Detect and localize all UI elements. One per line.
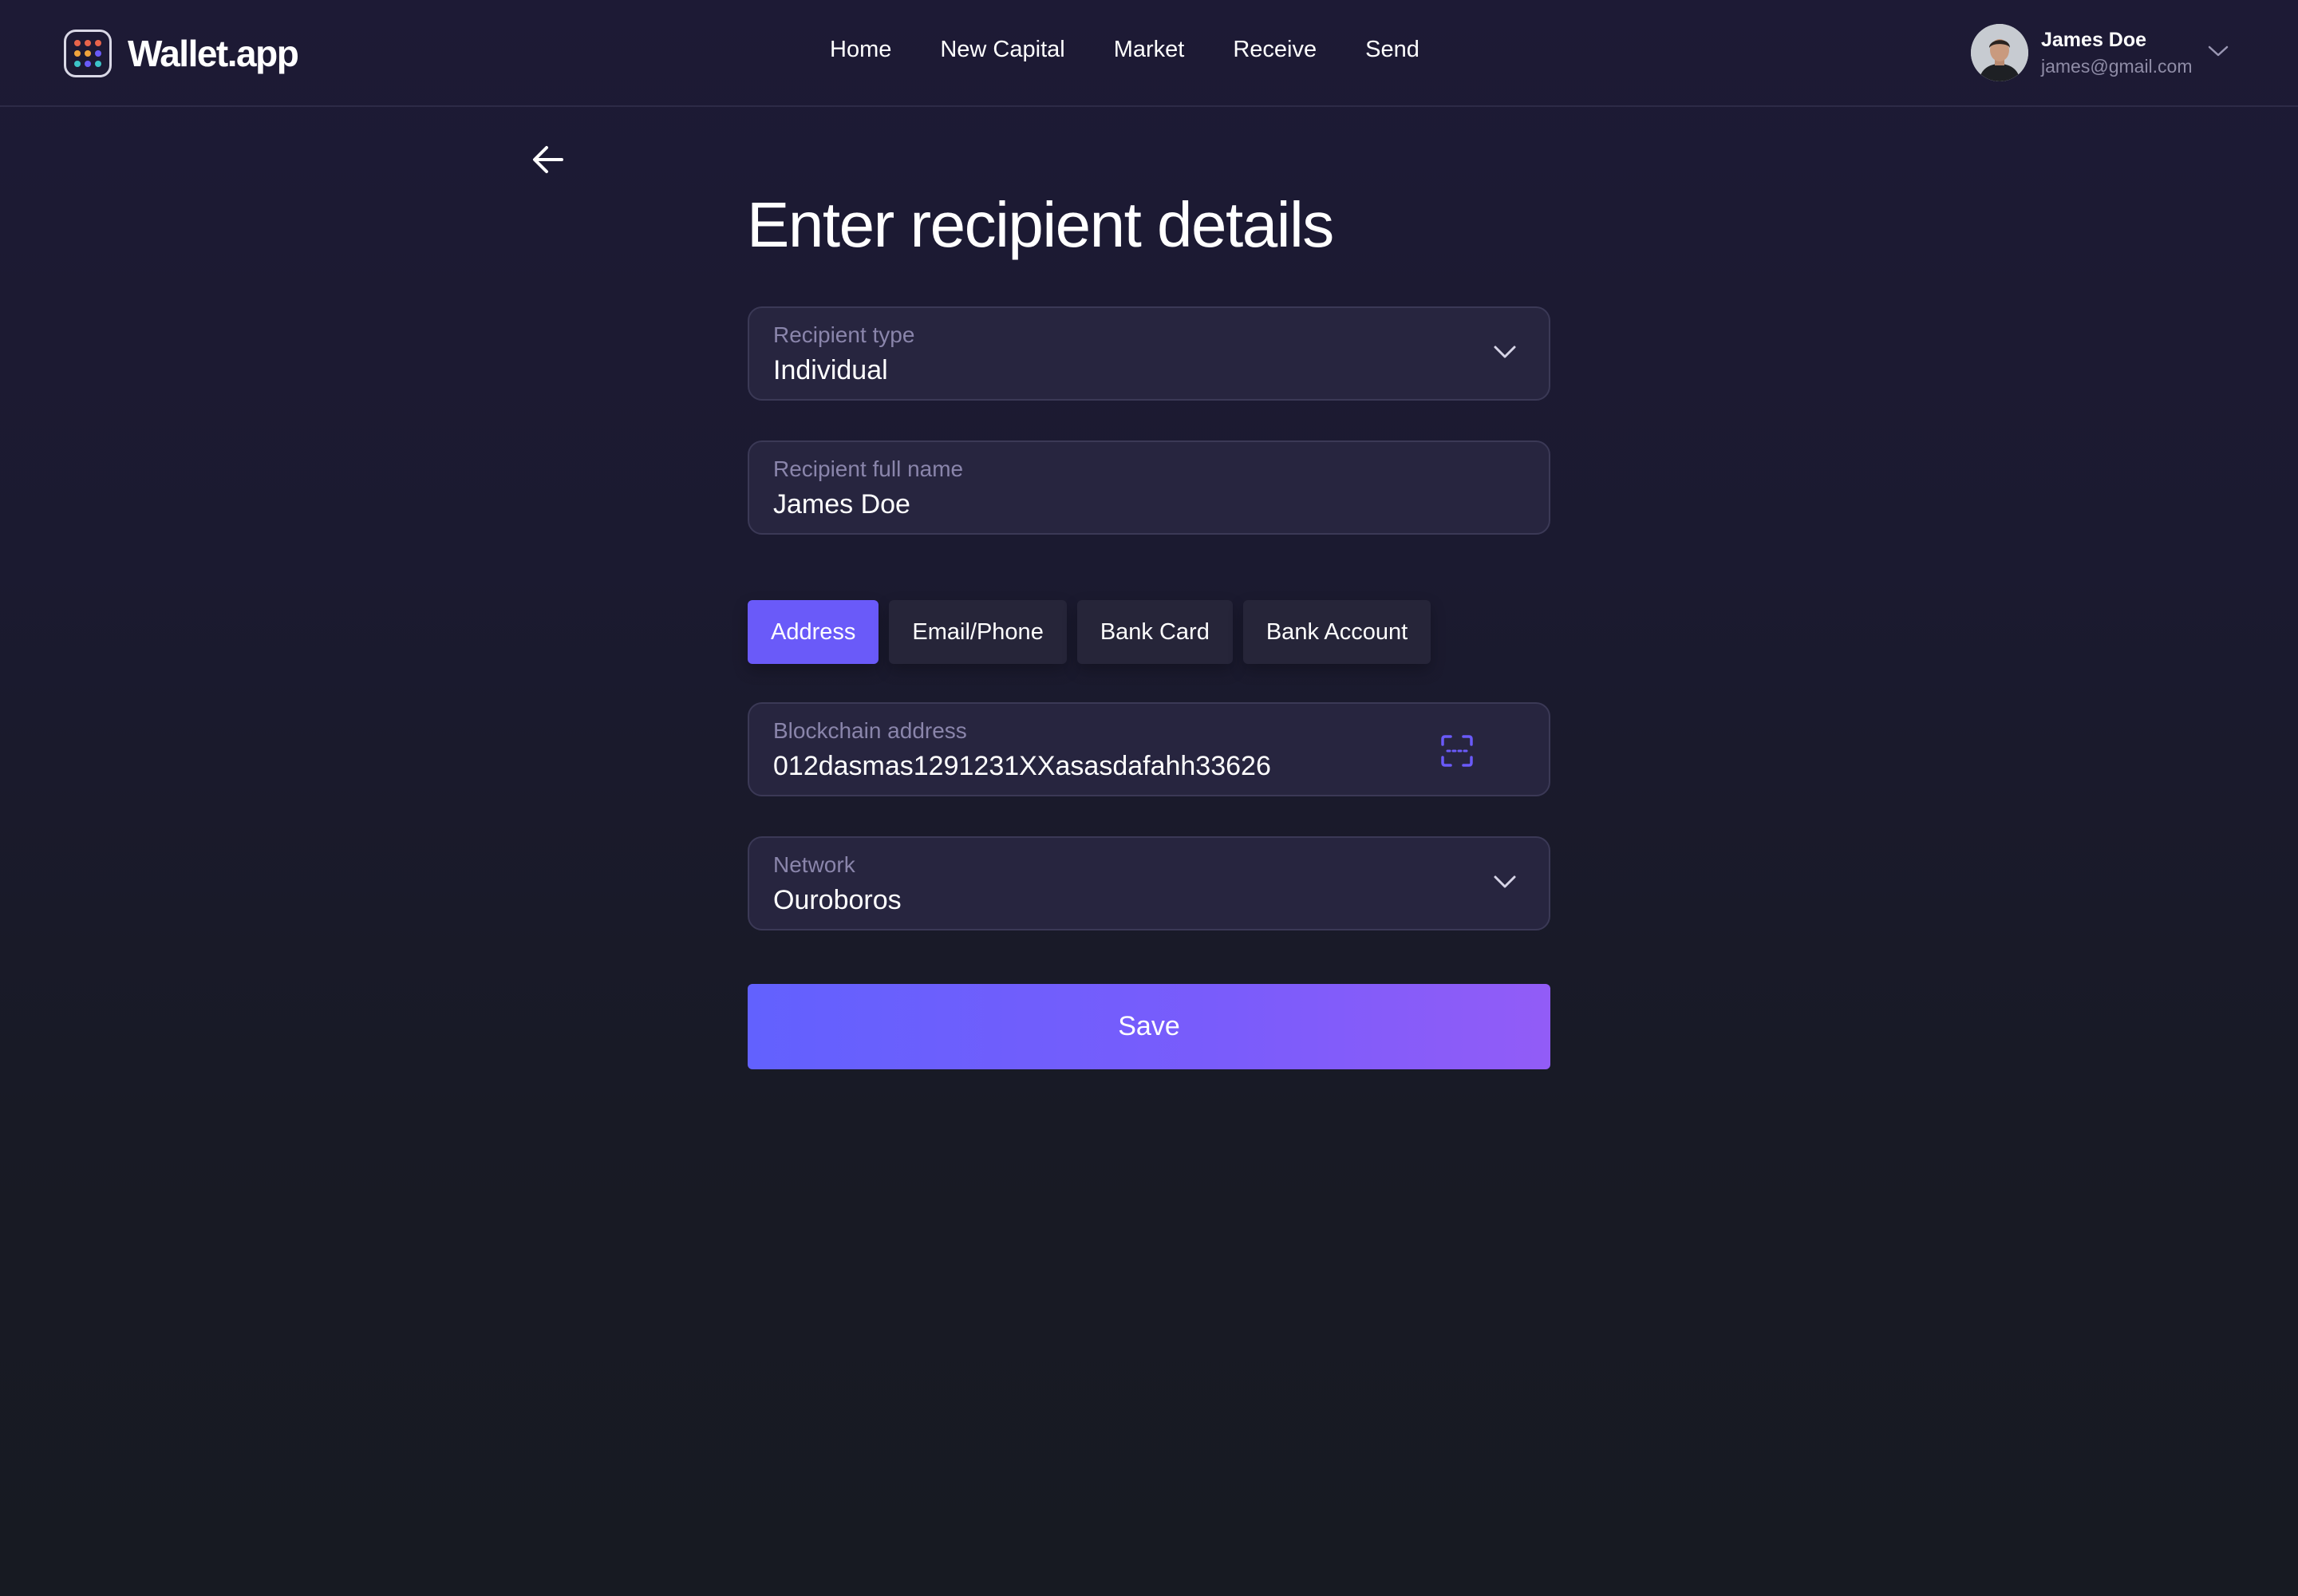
chevron-down-icon (1494, 346, 1516, 358)
network-value: Ouroboros (773, 885, 902, 915)
recipient-type-select[interactable]: Recipient type Individual (748, 306, 1550, 401)
full-name-value: James Doe (773, 489, 910, 519)
network-label: Network (773, 852, 855, 877)
nav-market[interactable]: Market (1114, 37, 1185, 63)
dot-grid-icon (64, 30, 112, 77)
tab-bank-card[interactable]: Bank Card (1076, 600, 1233, 664)
nav-receive[interactable]: Receive (1233, 37, 1317, 63)
user-profile[interactable]: James Doe james@gmail.com (1971, 24, 2229, 81)
arrow-left-icon[interactable] (531, 144, 565, 176)
nav-home[interactable]: Home (830, 37, 891, 63)
tab-bank-account[interactable]: Bank Account (1242, 600, 1431, 664)
top-header: Wallet.app Home New Capital Market Recei… (0, 0, 2298, 107)
page-title: Enter recipient details (747, 189, 1334, 260)
user-email: james@gmail.com (2041, 56, 2193, 77)
recipient-type-value: Individual (773, 355, 888, 385)
network-select[interactable]: Network Ouroboros (748, 836, 1550, 930)
destination-tabs: Address Email/Phone Bank Card Bank Accou… (748, 600, 1441, 664)
nav-new-capital[interactable]: New Capital (940, 37, 1064, 63)
qr-scan-icon[interactable] (1440, 734, 1474, 768)
save-button[interactable]: Save (748, 984, 1550, 1069)
blockchain-address-value: 012dasmas1291231XXasasdafahh33626 (773, 751, 1271, 781)
main-nav: Home New Capital Market Receive Send (830, 37, 1419, 63)
blockchain-address-label: Blockchain address (773, 718, 967, 743)
avatar (1971, 24, 2028, 81)
blockchain-address-field[interactable]: Blockchain address 012dasmas1291231XXasa… (748, 702, 1550, 796)
recipient-full-name-field[interactable]: Recipient full name James Doe (748, 440, 1550, 535)
chevron-down-icon[interactable] (2207, 43, 2229, 59)
app-logo[interactable]: Wallet.app (64, 30, 299, 77)
user-name: James Doe (2041, 29, 2147, 51)
app-name: Wallet.app (128, 33, 299, 74)
full-name-label: Recipient full name (773, 456, 964, 481)
tab-address[interactable]: Address (748, 600, 879, 664)
nav-send[interactable]: Send (1365, 37, 1419, 63)
recipient-type-label: Recipient type (773, 322, 915, 347)
chevron-down-icon (1494, 875, 1516, 888)
tab-email-phone[interactable]: Email/Phone (889, 600, 1067, 664)
